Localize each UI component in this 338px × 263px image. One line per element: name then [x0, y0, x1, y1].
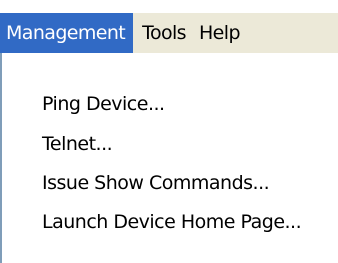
menu-management[interactable]: Management	[0, 13, 134, 53]
menu-item-telnet[interactable]: Telnet...	[42, 125, 113, 163]
menu-tools[interactable]: Tools	[133, 13, 192, 53]
menu-help[interactable]: Help	[192, 13, 246, 53]
menu-bar: Management Tools Help	[0, 13, 338, 53]
menu-item-ping-device[interactable]: Ping Device...	[42, 85, 165, 123]
app-window: Management Tools Help Ping Device... Tel…	[0, 0, 338, 263]
menu-item-issue-show-commands[interactable]: Issue Show Commands...	[42, 164, 270, 202]
menu-item-launch-device-home-page[interactable]: Launch Device Home Page...	[42, 203, 302, 241]
management-dropdown-menu: Ping Device... Telnet... Issue Show Comm…	[0, 53, 338, 263]
